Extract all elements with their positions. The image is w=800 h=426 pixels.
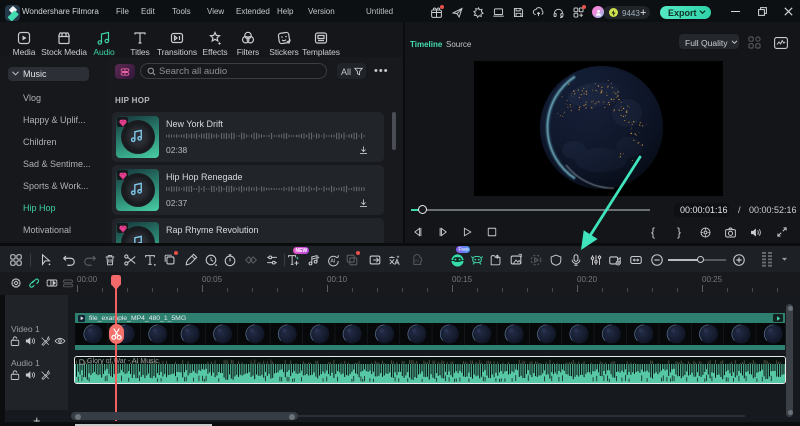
svg-text:AI: AI	[330, 259, 335, 265]
svg-text:00:15: 00:15	[452, 275, 473, 284]
svg-text:00:05: 00:05	[202, 275, 223, 284]
svg-text:AI: AI	[415, 258, 419, 263]
svg-text:00:25: 00:25	[702, 275, 723, 284]
svg-text:00:10: 00:10	[327, 275, 348, 284]
svg-text:00:20: 00:20	[577, 275, 598, 284]
svg-text:00:00: 00:00	[77, 275, 98, 284]
